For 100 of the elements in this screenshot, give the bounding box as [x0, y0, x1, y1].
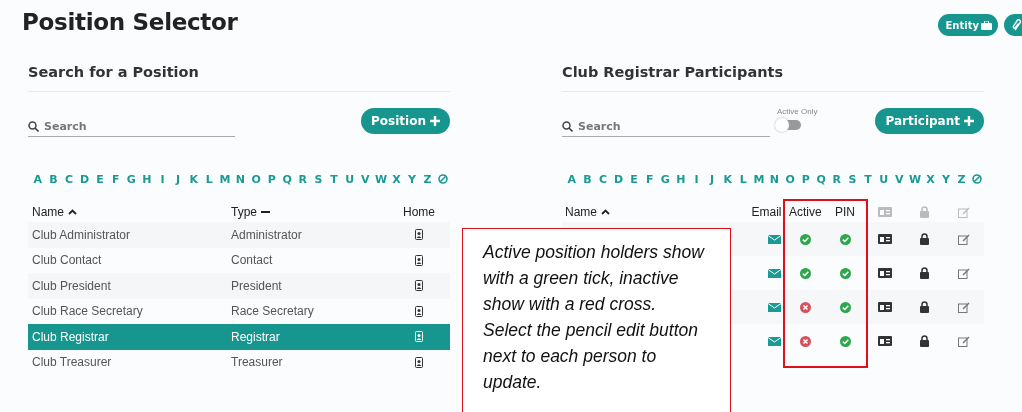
edit-icon[interactable]	[958, 267, 971, 279]
letter-filter[interactable]: X	[924, 172, 937, 186]
home-contact-icon[interactable]	[415, 229, 423, 241]
id-card-icon[interactable]	[877, 268, 892, 278]
letter-filter[interactable]: P	[265, 172, 278, 186]
edit-icon[interactable]	[958, 335, 971, 347]
letter-filter[interactable]: V	[893, 172, 905, 186]
id-card-icon[interactable]	[877, 234, 892, 244]
home-contact-icon[interactable]	[415, 254, 423, 266]
letter-filter[interactable]: W	[375, 172, 387, 186]
letter-filter[interactable]: A	[566, 172, 578, 186]
letter-filter[interactable]: J	[172, 172, 184, 186]
column-header[interactable]: Name	[565, 205, 597, 219]
letter-filter[interactable]: D	[612, 172, 625, 186]
letter-filter[interactable]: T	[328, 172, 340, 186]
letter-filter[interactable]: Q	[281, 172, 293, 186]
letter-filter[interactable]: I	[156, 172, 169, 186]
table-row[interactable]: Club Contact Contact	[28, 247, 450, 273]
letter-filter[interactable]: Q	[815, 172, 827, 186]
letter-filter[interactable]: R	[297, 172, 309, 186]
entity-button[interactable]: Entity	[937, 14, 998, 36]
lock-icon[interactable]	[919, 267, 929, 279]
letter-filter[interactable]: S	[846, 172, 859, 186]
section-heading: Search for a Position	[28, 64, 450, 92]
lock-icon[interactable]	[919, 301, 929, 313]
lock-icon[interactable]	[919, 233, 929, 245]
email-icon[interactable]	[768, 268, 782, 278]
column-header: PIN	[835, 205, 856, 219]
clear-filter-icon[interactable]	[972, 174, 983, 184]
sort-none-icon	[261, 210, 270, 214]
table-row[interactable]: Club Race Secretary Race Secretary	[28, 298, 450, 324]
table-row[interactable]: Club President President	[28, 273, 450, 299]
letter-filter[interactable]: P	[799, 172, 812, 186]
letter-filter[interactable]: J	[706, 172, 718, 186]
letter-filter[interactable]: Z	[955, 172, 968, 186]
letter-filter[interactable]: X	[390, 172, 403, 186]
letter-filter[interactable]: O	[784, 172, 796, 186]
letter-filter[interactable]: Y	[406, 172, 418, 186]
letter-filter[interactable]: B	[47, 172, 60, 186]
letter-filter[interactable]: Z	[421, 172, 434, 186]
add-position-button[interactable]: Position	[361, 108, 450, 134]
letter-filter[interactable]: M	[219, 172, 231, 186]
column-header[interactable]: Name	[32, 205, 64, 219]
home-contact-icon[interactable]	[415, 305, 423, 317]
table-cell: Club Contact	[32, 253, 102, 268]
email-icon[interactable]	[768, 302, 782, 312]
letter-filter[interactable]: F	[643, 172, 656, 186]
letter-filter[interactable]: A	[32, 172, 44, 186]
id-card-icon[interactable]	[877, 302, 892, 312]
search-icon	[28, 120, 39, 132]
letter-filter[interactable]: R	[831, 172, 843, 186]
letter-filter[interactable]: T	[862, 172, 874, 186]
table-row[interactable]: Club Administrator Administrator	[28, 222, 450, 248]
search-field[interactable]: Search	[578, 119, 758, 133]
id-card-icon[interactable]	[877, 336, 892, 346]
edit-icon[interactable]	[958, 301, 971, 313]
edit-icon[interactable]	[958, 233, 971, 245]
letter-filter[interactable]: C	[63, 172, 75, 186]
letter-filter[interactable]: U	[343, 172, 356, 186]
table-row[interactable]: Club Registrar Registrar	[28, 324, 450, 350]
letter-filter[interactable]: U	[877, 172, 890, 186]
letter-filter[interactable]: E	[628, 172, 640, 186]
table-cell: Treasurer	[231, 355, 283, 370]
letter-filter[interactable]: Y	[940, 172, 952, 186]
letter-filter[interactable]: K	[721, 172, 734, 186]
add-participant-button[interactable]: Participant	[875, 108, 984, 134]
letter-filter[interactable]: G	[125, 172, 138, 186]
letter-filter[interactable]: M	[753, 172, 765, 186]
search-field[interactable]: Search	[44, 119, 224, 133]
clear-filter-icon[interactable]	[438, 174, 449, 184]
callout-text: Active position holders show with a green tick, inactive show with a red cross. Select the pencil edit button next to each person to update.	[483, 241, 706, 394]
letter-filter[interactable]: H	[675, 172, 687, 186]
id-card-icon	[877, 207, 892, 217]
letter-filter[interactable]: D	[78, 172, 91, 186]
letter-filter[interactable]: C	[597, 172, 609, 186]
letter-filter[interactable]: B	[581, 172, 594, 186]
letter-filter[interactable]: E	[94, 172, 106, 186]
letter-filter[interactable]: L	[737, 172, 750, 186]
email-icon[interactable]	[768, 234, 782, 244]
active-only-toggle[interactable]	[777, 119, 801, 130]
home-contact-icon[interactable]	[415, 280, 423, 292]
letter-filter[interactable]: V	[359, 172, 371, 186]
letter-filter[interactable]: N	[768, 172, 781, 186]
plus-icon	[964, 116, 974, 126]
letter-filter[interactable]: H	[141, 172, 153, 186]
letter-filter[interactable]: L	[203, 172, 216, 186]
letter-filter[interactable]: W	[909, 172, 921, 186]
letter-filter[interactable]: F	[109, 172, 122, 186]
letter-filter[interactable]: G	[659, 172, 672, 186]
letter-filter[interactable]: K	[187, 172, 200, 186]
table-row[interactable]: Club Treasurer Treasurer	[28, 349, 450, 375]
letter-filter[interactable]: S	[312, 172, 325, 186]
lock-icon[interactable]	[919, 335, 929, 347]
email-icon[interactable]	[768, 336, 782, 346]
home-contact-icon[interactable]	[415, 356, 423, 368]
column-header[interactable]: Type	[231, 205, 257, 219]
letter-filter[interactable]: I	[690, 172, 703, 186]
column-header: Active	[789, 205, 822, 219]
letter-filter[interactable]: O	[250, 172, 262, 186]
letter-filter[interactable]: N	[234, 172, 247, 186]
